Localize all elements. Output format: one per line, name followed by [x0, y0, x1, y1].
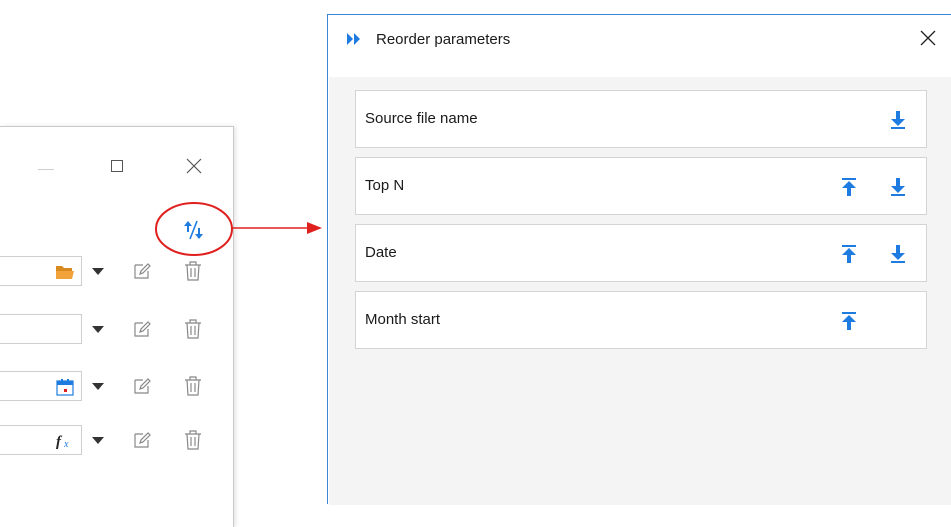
trash-icon[interactable] [183, 318, 203, 340]
svg-text:x: x [63, 439, 69, 450]
chevron-down-icon[interactable] [90, 262, 106, 280]
move-to-bottom-icon[interactable] [889, 244, 907, 264]
reorder-item-label: Source file name [365, 110, 478, 127]
trash-icon[interactable] [183, 260, 203, 282]
parameter-row [0, 371, 232, 403]
parameter-row: f x [0, 425, 232, 457]
reorder-item-source-file-name[interactable]: Source file name [355, 90, 927, 148]
folder-icon[interactable] [55, 263, 75, 281]
move-to-bottom-icon[interactable] [889, 177, 907, 197]
reorder-item-month-start[interactable]: Month start [355, 291, 927, 349]
parameter-value-field[interactable]: f x [0, 425, 82, 455]
reorder-item-label: Top N [365, 177, 405, 194]
maximize-icon[interactable] [107, 156, 127, 176]
move-to-bottom-icon[interactable] [889, 110, 907, 130]
reorder-parameters-dialog: Reorder parameters Source file name Top … [327, 14, 951, 505]
dialog-title: Reorder parameters [376, 31, 511, 48]
reorder-list: Source file name Top N Date Month start [329, 77, 951, 505]
reorder-item-date[interactable]: Date [355, 224, 927, 282]
minimize-icon[interactable] [36, 159, 56, 179]
reorder-item-label: Month start [365, 311, 441, 328]
parameter-value-field[interactable] [0, 314, 82, 344]
svg-text:f: f [56, 434, 63, 450]
parameter-row [0, 314, 232, 346]
calendar-icon[interactable] [55, 378, 75, 396]
callout-arrow-head [307, 222, 322, 234]
dialog-titlebar: Reorder parameters [328, 15, 951, 63]
close-icon[interactable] [916, 26, 940, 50]
move-to-top-icon[interactable] [840, 311, 858, 331]
parameters-window: f x [0, 126, 234, 527]
chevrons-right-icon [346, 32, 362, 46]
reorder-item-top-n[interactable]: Top N [355, 157, 927, 215]
edit-icon[interactable] [132, 430, 152, 450]
parameter-row [0, 256, 232, 288]
function-fx-icon[interactable]: f x [55, 432, 75, 450]
chevron-down-icon[interactable] [90, 320, 106, 338]
reorder-params-button[interactable] [178, 215, 212, 245]
parameter-value-field[interactable] [0, 371, 82, 401]
trash-icon[interactable] [183, 429, 203, 451]
edit-icon[interactable] [132, 261, 152, 281]
reorder-item-label: Date [365, 244, 397, 261]
chevron-down-icon[interactable] [90, 377, 106, 395]
move-to-top-icon[interactable] [840, 244, 858, 264]
window-titlebar [0, 127, 232, 203]
edit-icon[interactable] [132, 376, 152, 396]
reorder-params-icon [184, 220, 203, 240]
parameter-value-field[interactable] [0, 256, 82, 286]
trash-icon[interactable] [183, 375, 203, 397]
close-icon[interactable] [184, 156, 204, 176]
move-to-top-icon[interactable] [840, 177, 858, 197]
chevron-down-icon[interactable] [90, 431, 106, 449]
edit-icon[interactable] [132, 319, 152, 339]
